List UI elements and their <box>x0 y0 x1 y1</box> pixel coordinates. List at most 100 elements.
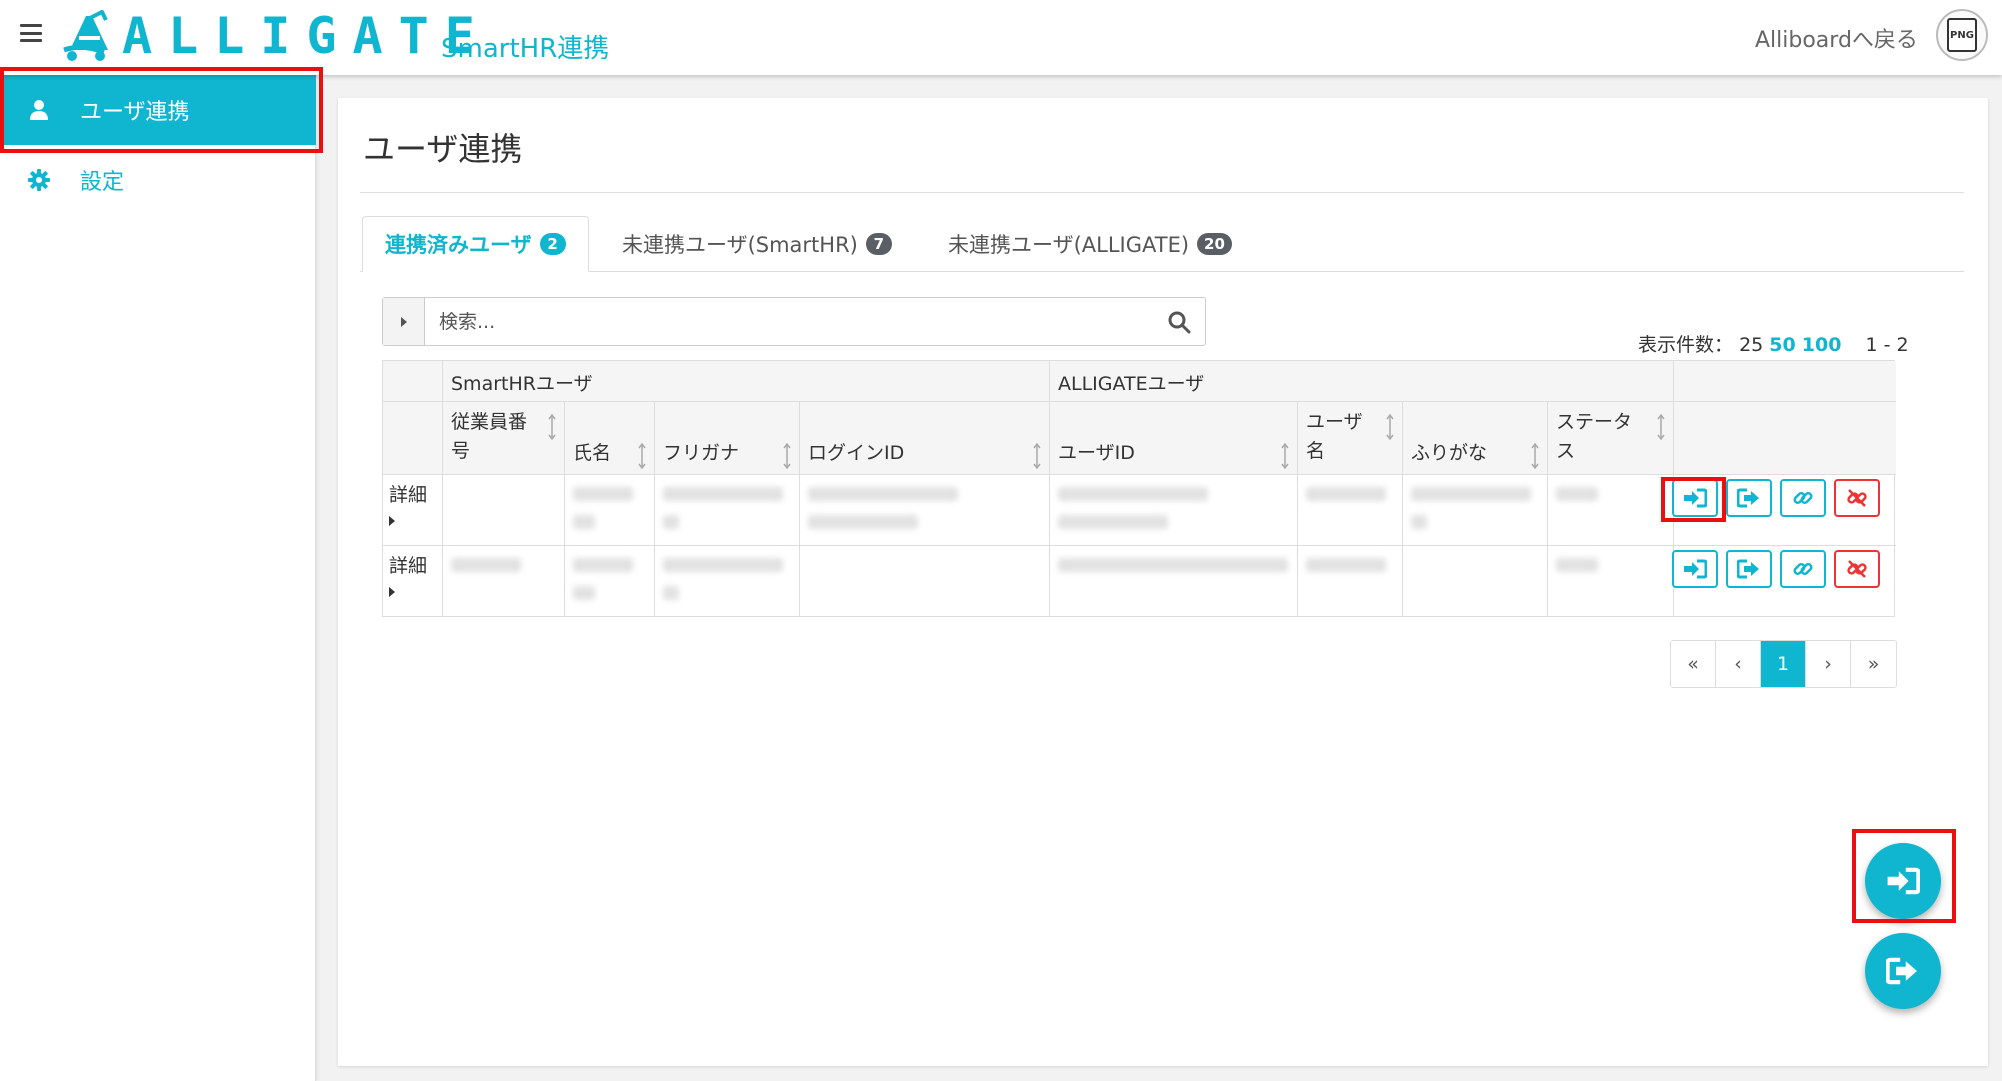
sign-in-icon <box>1684 559 1707 579</box>
column-header-employee-no[interactable]: 従業員番 号 <box>443 402 565 475</box>
tab-label: 連携済みユーザ <box>385 233 532 257</box>
detail-label: 詳細 <box>389 484 428 506</box>
caret-right-icon <box>389 587 395 597</box>
column-header-actions <box>1674 402 1896 475</box>
hamburger-menu-icon[interactable] <box>20 24 42 44</box>
page-current-button[interactable]: 1 <box>1761 641 1806 687</box>
sort-icon <box>1033 442 1041 470</box>
cell-employee-no <box>443 475 565 546</box>
page-size-option-100[interactable]: 100 <box>1802 334 1842 356</box>
link-button[interactable] <box>1780 479 1826 517</box>
logo-text: ALLIGATE <box>122 7 491 65</box>
detail-label: 詳細 <box>389 555 428 577</box>
sign-out-button[interactable] <box>1726 479 1772 517</box>
page-last-button[interactable]: » <box>1851 641 1896 687</box>
sort-icon <box>1281 442 1289 470</box>
link-in-button[interactable] <box>1672 479 1718 517</box>
page-prev-button[interactable]: ‹ <box>1716 641 1761 687</box>
search-bar <box>382 297 1206 346</box>
row-detail-toggle[interactable]: 詳細 <box>383 475 443 546</box>
table-group-spacer <box>383 361 443 402</box>
count-badge: 2 <box>539 233 566 255</box>
table-group-alligate: ALLIGATEユーザ <box>1050 361 1674 402</box>
sign-out-icon <box>1737 559 1759 579</box>
link-in-button[interactable] <box>1672 550 1718 588</box>
page-size-option-25[interactable]: 25 <box>1739 334 1763 356</box>
cell-user-name <box>1298 546 1403 617</box>
sort-icon <box>548 413 556 441</box>
column-header-hiragana[interactable]: ふりがな <box>1403 402 1548 475</box>
count-badge: 7 <box>865 233 892 255</box>
tab-label: 未連携ユーザ(SmartHR) <box>622 233 858 257</box>
sign-in-icon <box>1887 867 1920 895</box>
tab-unlinked-smarthr[interactable]: 未連携ユーザ(SmartHR) 7 <box>600 216 914 272</box>
row-actions <box>1672 550 1880 588</box>
sign-out-icon <box>1886 957 1917 985</box>
link-icon <box>1793 491 1813 505</box>
sign-in-fab[interactable] <box>1865 843 1941 919</box>
sign-out-fab[interactable] <box>1865 933 1941 1009</box>
column-label: 従業員番 号 <box>451 411 528 462</box>
page-first-button[interactable]: « <box>1671 641 1716 687</box>
caret-right-icon <box>389 516 395 526</box>
column-header-user-id[interactable]: ユーザID <box>1050 402 1298 475</box>
sidebar-item-label: ユーザ連携 <box>80 100 190 125</box>
tabs-divider <box>360 271 1964 272</box>
sidebar: ユーザ連携 設定 <box>0 75 316 1081</box>
cell-user-name <box>1298 475 1403 546</box>
column-label: 氏名 <box>573 442 612 464</box>
back-to-alliboard-link[interactable]: Alliboardへ戻る <box>1755 22 1918 54</box>
column-header-status[interactable]: ステータ ス <box>1548 402 1674 475</box>
column-header-furigana[interactable]: フリガナ <box>655 402 800 475</box>
column-label: ユーザID <box>1058 442 1135 464</box>
unlink-icon <box>1847 560 1867 578</box>
sort-icon <box>1657 413 1665 441</box>
column-label: フリガナ <box>663 442 740 464</box>
link-button[interactable] <box>1780 550 1826 588</box>
sort-icon <box>1531 442 1539 470</box>
row-detail-toggle[interactable]: 詳細 <box>383 546 443 617</box>
png-file-icon: PNG <box>1947 18 1977 52</box>
sign-out-button[interactable] <box>1726 550 1772 588</box>
user-table: SmartHRユーザ ALLIGATEユーザ 従業員番 号 氏名 フリガナ ログ… <box>382 360 1896 617</box>
column-header-user-name[interactable]: ユーザ 名 <box>1298 402 1403 475</box>
search-icon[interactable] <box>1167 310 1191 334</box>
sidebar-item-user-sync[interactable]: ユーザ連携 <box>0 75 316 145</box>
caret-right-icon <box>400 316 407 327</box>
sort-icon <box>1386 413 1394 441</box>
table-header-spacer <box>383 402 443 475</box>
user-avatar[interactable]: PNG <box>1936 9 1988 61</box>
cell-user-id <box>1050 546 1298 617</box>
cell-login-id <box>800 475 1050 546</box>
sign-in-icon <box>1684 488 1707 508</box>
cell-furigana <box>655 475 800 546</box>
search-expand-toggle[interactable] <box>383 298 425 345</box>
sidebar-item-settings[interactable]: 設定 <box>0 145 316 215</box>
cell-furigana <box>655 546 800 617</box>
column-header-login-id[interactable]: ログインID <box>800 402 1050 475</box>
page-next-button[interactable]: › <box>1806 641 1851 687</box>
pagination: « ‹ 1 › » <box>1670 640 1897 688</box>
column-header-name[interactable]: 氏名 <box>565 402 655 475</box>
count-badge: 20 <box>1197 233 1232 255</box>
page-size-option-50[interactable]: 50 <box>1769 334 1795 356</box>
sort-icon <box>638 442 646 470</box>
unlink-button[interactable] <box>1834 479 1880 517</box>
tab-label: 未連携ユーザ(ALLIGATE) <box>948 233 1190 257</box>
table-group-smarthr: SmartHRユーザ <box>443 361 1050 402</box>
tab-linked-users[interactable]: 連携済みユーザ 2 <box>362 216 589 272</box>
column-label: ふりがな <box>1411 442 1488 464</box>
unlink-button[interactable] <box>1834 550 1880 588</box>
column-label: ステータ ス <box>1556 411 1633 462</box>
main-card: ユーザ連携 連携済みユーザ 2 未連携ユーザ(SmartHR) 7 未連携ユーザ… <box>338 98 1988 1066</box>
tab-unlinked-alligate[interactable]: 未連携ユーザ(ALLIGATE) 20 <box>926 216 1254 272</box>
gear-icon <box>28 169 50 191</box>
cell-status <box>1548 475 1674 546</box>
link-icon <box>1793 562 1813 576</box>
unlink-icon <box>1847 489 1867 507</box>
cell-hiragana <box>1403 546 1548 617</box>
cell-status <box>1548 546 1674 617</box>
app-subtitle: SmartHR連携 <box>441 34 610 64</box>
search-input[interactable] <box>439 304 1139 339</box>
table-group-actions <box>1674 361 1896 402</box>
